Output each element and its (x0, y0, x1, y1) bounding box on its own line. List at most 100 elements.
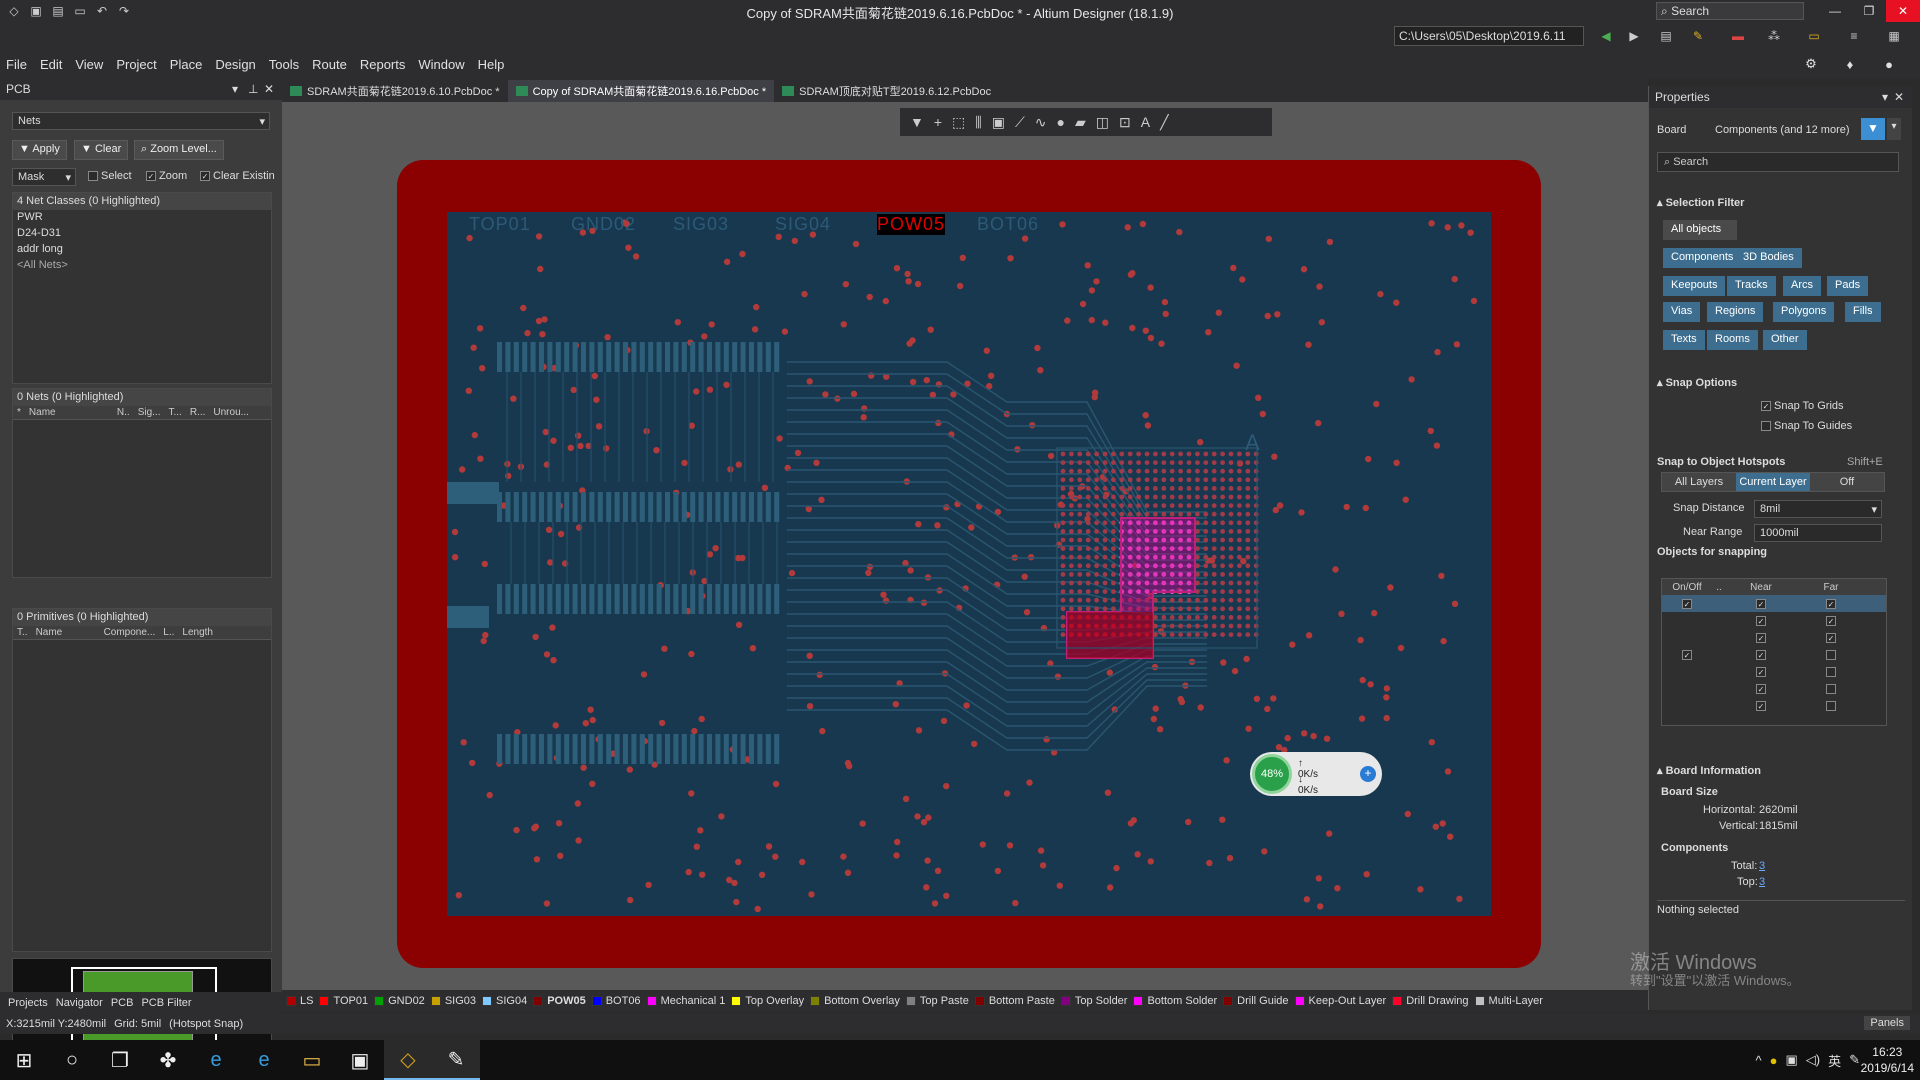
panel-close-icon[interactable]: ✕ (1894, 90, 1904, 104)
panels-button[interactable]: Panels (1864, 1016, 1910, 1030)
col-far[interactable]: Far (1796, 579, 1866, 595)
filter-vias[interactable]: Vias (1663, 302, 1701, 322)
document-icon[interactable]: ▤ (1658, 28, 1674, 44)
tray-app-icon[interactable]: ● (1770, 1053, 1778, 1068)
user-icon[interactable]: ● (1881, 56, 1897, 72)
line-tool-icon[interactable]: ╱ (1160, 114, 1168, 131)
panel-menu-icon[interactable]: ▾ (1882, 90, 1888, 104)
col-layer[interactable]: L.. (163, 627, 174, 638)
list-item[interactable]: <All Nets> (13, 258, 271, 274)
doc-tab[interactable]: SDRAM顶底对贴T型2019.6.12.PcbDoc (774, 80, 999, 102)
snap-grids-checkbox[interactable]: ✓ Snap To Grids (1761, 400, 1844, 412)
layer-tab[interactable]: GND02 (374, 995, 425, 1007)
filter-fills[interactable]: Fills (1845, 302, 1881, 322)
polygon-icon[interactable]: ▰ (1075, 114, 1086, 131)
cortana-icon[interactable]: ○ (48, 1040, 96, 1080)
top-value-link[interactable]: 3 (1759, 876, 1765, 888)
tray-chevron-icon[interactable]: ^ (1755, 1053, 1761, 1068)
dimension-icon[interactable]: ⊡ (1119, 114, 1131, 131)
file-explorer-icon[interactable]: ▭ (288, 1040, 336, 1080)
properties-search[interactable]: ⌕ Search (1657, 152, 1899, 172)
undo-icon[interactable]: ↶ (94, 3, 110, 19)
snap-distance-select[interactable]: 8mil ▾ (1754, 500, 1882, 518)
filter-tracks[interactable]: Tracks (1727, 276, 1776, 296)
list-item[interactable]: D24-D31 (13, 226, 271, 242)
layer-tab[interactable]: Top Overlay (731, 995, 804, 1007)
zoom-checkbox[interactable]: ✓ Zoom (146, 170, 187, 182)
clock[interactable]: 16:23 2019/6/14 (1861, 1044, 1914, 1076)
ie-icon[interactable]: e (192, 1040, 240, 1080)
layer-tab[interactable]: Top Solder (1060, 995, 1127, 1007)
filter-icon[interactable]: ▼ (910, 114, 924, 130)
layer-tab[interactable]: Bottom Solder (1133, 995, 1217, 1007)
menu-design[interactable]: Design (215, 57, 255, 72)
layer-tab[interactable]: Multi-Layer (1474, 995, 1543, 1007)
start-icon[interactable]: ⊞ (0, 1040, 48, 1080)
project-path-combo[interactable]: C:\Users\05\Desktop\2019.6.11 (1394, 26, 1584, 46)
layer-tab[interactable]: Keep-Out Layer (1294, 995, 1386, 1007)
altium-taskbar-icon[interactable]: ◇ (384, 1040, 432, 1080)
open-folder-icon[interactable]: ▭ (72, 3, 88, 19)
seg-all-layers[interactable]: All Layers (1662, 473, 1736, 491)
layer-tab[interactable]: Drill Drawing (1392, 995, 1469, 1007)
cpu-gauge[interactable]: 48% (1252, 754, 1292, 794)
layer-tab[interactable]: Drill Guide (1223, 995, 1289, 1007)
col-nodes[interactable]: N.. (117, 407, 130, 418)
table-row[interactable]: ✓ (1662, 680, 1886, 697)
panel-menu-icon[interactable]: ▾ (232, 82, 238, 96)
col-component[interactable]: Compone... (104, 627, 156, 638)
apply-button[interactable]: ▼ Apply (12, 140, 67, 160)
total-value-link[interactable]: 3 (1759, 860, 1765, 872)
filter-keepouts[interactable]: Keepouts (1663, 276, 1726, 296)
board-info-heading[interactable]: ▴ Board Information (1657, 764, 1761, 777)
back-icon[interactable]: ◀ (1598, 28, 1614, 44)
pin-icon[interactable]: ⊥ (248, 82, 258, 96)
notifications-icon[interactable]: ♦ (1842, 56, 1858, 72)
layer-icon[interactable]: ▬ (1730, 28, 1746, 44)
menu-edit[interactable]: Edit (40, 57, 62, 72)
close-button[interactable]: ✕ (1886, 0, 1920, 22)
snap-guides-checkbox[interactable]: Snap To Guides (1761, 420, 1852, 432)
table-row[interactable]: ✓ (1662, 697, 1886, 714)
align-tool-icon[interactable]: ⫼ (975, 114, 981, 131)
board-copper-area[interactable]: TOP01 GND02 SIG03 SIG04 POW05 BOT06 A (447, 212, 1491, 916)
layer-tab[interactable]: Bottom Overlay (810, 995, 900, 1007)
filter-components[interactable]: Components (1663, 248, 1742, 268)
minimize-button[interactable]: — (1818, 0, 1852, 22)
filter-3d-bodies[interactable]: 3D Bodies (1735, 248, 1802, 268)
grid-icon[interactable]: ▦ (1886, 28, 1902, 44)
pen-icon[interactable]: ✎ (1849, 1052, 1860, 1068)
near-range-input[interactable]: 1000mil (1754, 524, 1882, 542)
table-row[interactable]: ✓ ✓ (1662, 612, 1886, 629)
forward-icon[interactable]: ▶ (1626, 28, 1642, 44)
route-icon[interactable]: ✎ (1690, 28, 1706, 44)
col-signal[interactable]: Sig... (138, 407, 161, 418)
global-search[interactable]: ⌕ Search (1656, 2, 1804, 20)
settings-icon[interactable]: ⚙ (1803, 56, 1819, 72)
tab-projects[interactable]: Projects (8, 997, 48, 1009)
route-tool-icon[interactable]: ⟋ (1015, 114, 1025, 131)
menu-tools[interactable]: Tools (269, 57, 299, 72)
list-item[interactable]: addr long (13, 242, 271, 258)
filter-regions[interactable]: Regions (1707, 302, 1764, 322)
panel-close-icon[interactable]: ✕ (264, 82, 274, 96)
filter-texts[interactable]: Texts (1663, 330, 1705, 350)
zoom-level-button[interactable]: ⌕ Zoom Level... (134, 140, 224, 160)
mode-dropdown[interactable]: Nets ▾ (12, 112, 270, 130)
layer-tab[interactable]: LS (286, 995, 313, 1007)
table-row[interactable]: ✓ (1662, 663, 1886, 680)
clear-button[interactable]: ▼ Clear (74, 140, 129, 160)
text-tool-icon[interactable]: A (1141, 114, 1150, 130)
align-icon[interactable]: ≡ (1846, 28, 1862, 44)
col-name[interactable]: Name (29, 407, 109, 418)
app-logo-icon[interactable]: ◇ (6, 3, 22, 19)
col-star[interactable]: * (17, 407, 21, 418)
filter-other[interactable]: Other (1763, 330, 1807, 350)
col-near[interactable]: Near (1726, 579, 1796, 595)
menu-view[interactable]: View (75, 57, 103, 72)
layer-tab[interactable]: Bottom Paste (974, 995, 1055, 1007)
seg-current-layer[interactable]: Current Layer (1736, 473, 1810, 491)
menu-window[interactable]: Window (418, 57, 464, 72)
seg-off[interactable]: Off (1810, 473, 1884, 491)
col-name[interactable]: Name (36, 627, 96, 638)
